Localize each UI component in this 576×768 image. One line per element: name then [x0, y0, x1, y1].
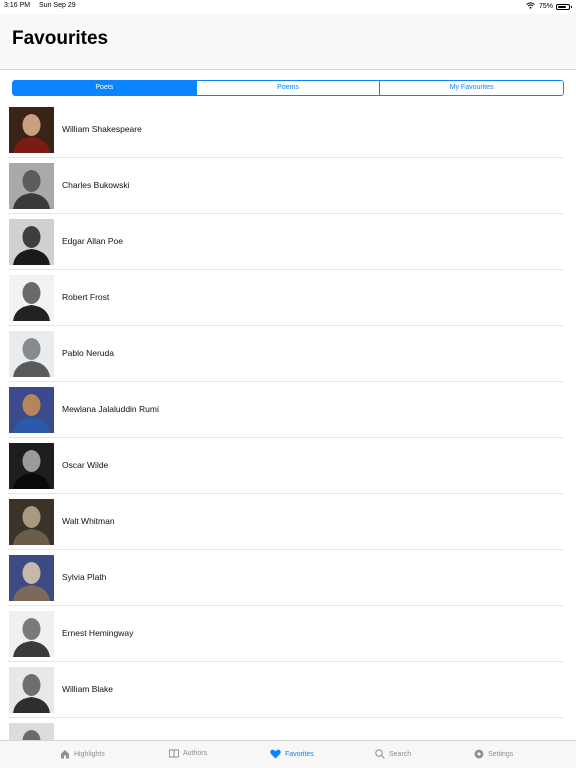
poet-name: Charles Bukowski — [62, 180, 130, 190]
list-item[interactable]: Oscar Wilde — [0, 438, 576, 494]
poet-portrait — [9, 499, 54, 545]
list-item[interactable]: Pablo Neruda — [0, 326, 576, 382]
list-item[interactable]: Walt Whitman — [0, 494, 576, 550]
status-time: 3:16 PM — [4, 2, 31, 9]
status-date: Sun Sep 29 — [39, 2, 76, 9]
tab-settings[interactable]: Settings — [474, 749, 513, 759]
poet-portrait — [9, 443, 54, 489]
segmented-control: Poets Poems My Favourites — [12, 80, 564, 96]
poet-list: William Shakespeare Charles Bukowski Edg… — [0, 102, 576, 768]
segment-my-favourites[interactable]: My Favourites — [379, 81, 563, 95]
list-item[interactable]: Mewlana Jalaluddin Rumi — [0, 382, 576, 438]
poet-name: Pablo Neruda — [62, 348, 114, 358]
list-item[interactable]: Robert Frost — [0, 270, 576, 326]
segment-poets[interactable]: Poets — [13, 81, 196, 95]
battery-icon — [556, 3, 572, 10]
tab-bar: Highlights Authors Favorites Search Sett… — [0, 740, 576, 768]
tab-authors[interactable]: Authors — [169, 749, 207, 758]
house-icon — [60, 749, 70, 759]
tab-favorites[interactable]: Favorites — [270, 749, 314, 759]
poet-name: Mewlana Jalaluddin Rumi — [62, 404, 159, 414]
page-title: Favourites — [12, 28, 109, 49]
tab-label: Favorites — [285, 750, 314, 758]
poet-name: Sylvia Plath — [62, 572, 107, 582]
tab-label: Highlights — [74, 750, 105, 758]
status-bar: 3:16 PM Sun Sep 29 75% — [0, 0, 576, 14]
search-icon — [375, 749, 385, 759]
poet-portrait — [9, 219, 54, 265]
list-item[interactable]: Charles Bukowski — [0, 158, 576, 214]
list-item[interactable]: Edgar Allan Poe — [0, 214, 576, 270]
list-item[interactable]: William Blake — [0, 662, 576, 718]
poet-portrait — [9, 387, 54, 433]
status-right: 75% — [526, 2, 572, 11]
poet-name: Oscar Wilde — [62, 460, 109, 470]
list-item[interactable]: Ernest Hemingway — [0, 606, 576, 662]
poet-name: Ernest Hemingway — [62, 628, 134, 638]
poet-portrait — [9, 163, 54, 209]
battery-percentage: 75% — [538, 3, 553, 10]
tab-label: Settings — [488, 750, 514, 758]
poet-name: Edgar Allan Poe — [62, 236, 123, 246]
poet-name: Walt Whitman — [62, 516, 115, 526]
tab-label: Search — [389, 750, 412, 758]
tab-label: Authors — [183, 750, 208, 757]
poet-name: William Blake — [62, 684, 114, 694]
tab-search[interactable]: Search — [375, 749, 411, 759]
segment-poems[interactable]: Poems — [195, 81, 380, 95]
list-item[interactable]: William Shakespeare — [0, 102, 576, 158]
poet-portrait — [9, 275, 54, 321]
poet-name: William Shakespeare — [62, 124, 142, 134]
poet-portrait — [9, 611, 54, 657]
gear-icon — [474, 749, 484, 759]
heart-icon — [270, 749, 281, 759]
book-icon — [169, 749, 179, 758]
poet-name: Robert Frost — [62, 292, 110, 302]
poet-portrait — [9, 331, 54, 377]
wifi-icon — [526, 2, 535, 11]
poet-portrait — [9, 107, 54, 153]
app-screen: 3:16 PM Sun Sep 29 75% Favourites Poets … — [0, 0, 576, 768]
tab-highlights[interactable]: Highlights — [60, 749, 105, 759]
poet-portrait — [9, 667, 54, 713]
status-left: 3:16 PM Sun Sep 29 — [4, 2, 76, 9]
poet-portrait — [9, 555, 54, 601]
list-item[interactable]: Sylvia Plath — [0, 550, 576, 606]
